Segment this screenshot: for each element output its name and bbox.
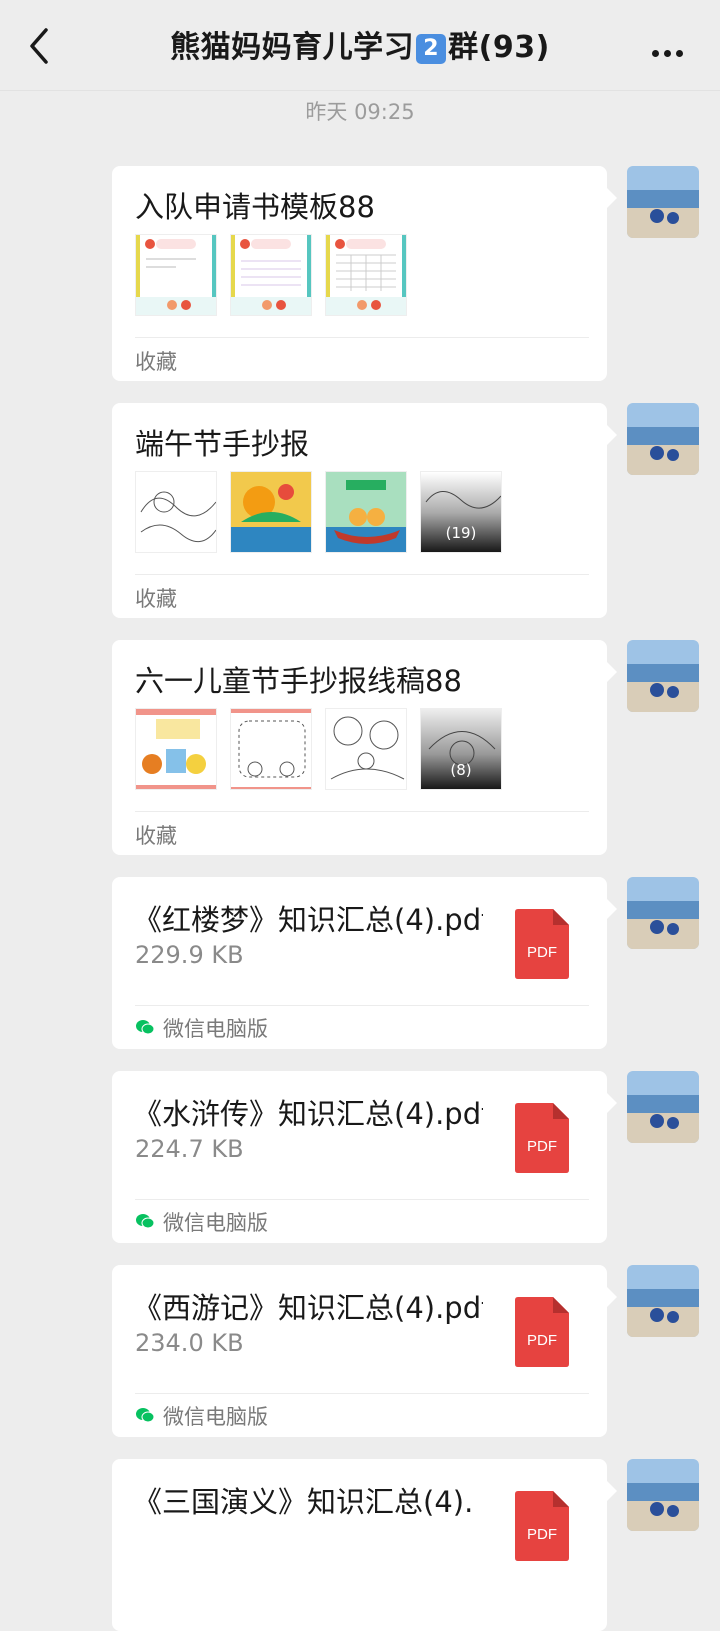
divider [135, 574, 589, 575]
file-source-label: 微信电脑版 [163, 1405, 268, 1429]
pdf-icon-label: PDF [527, 1332, 557, 1349]
message-bubble[interactable]: 端午节手抄报 (19) 收藏 [112, 403, 617, 618]
favorite-title: 六一儿童节手抄报线稿88 [135, 664, 462, 698]
message-bubble[interactable]: 《水浒传》知识汇总(4).pdf 224.7 KB PDF 微信电脑版 [112, 1071, 617, 1243]
favorite-source-label: 收藏 [135, 824, 177, 848]
pdf-icon-label: PDF [527, 1138, 557, 1155]
wechat-icon [136, 1214, 155, 1229]
thumbnail-image[interactable] [325, 708, 407, 790]
file-size: 224.7 KB [135, 1135, 244, 1163]
favorite-source-label: 收藏 [135, 350, 177, 374]
file-name: 《西游记》知识汇总(4).pdf [133, 1291, 483, 1325]
divider [135, 1393, 589, 1394]
file-message[interactable]: 《三国演义》知识汇总(4). PDF [112, 1459, 699, 1631]
wechat-icon [136, 1408, 155, 1423]
favorite-message[interactable]: 入队申请书模板88 收藏 [112, 166, 699, 381]
divider [135, 1199, 589, 1200]
chat-title-suffix: 群(93) [448, 30, 550, 65]
favorite-message[interactable]: 端午节手抄报 (19) 收藏 [112, 403, 699, 618]
pdf-file-icon: PDF [515, 909, 569, 979]
number-badge-icon: 2 [416, 34, 447, 64]
file-message[interactable]: 《西游记》知识汇总(4).pdf 234.0 KB PDF 微信电脑版 [112, 1265, 699, 1437]
sender-avatar[interactable] [627, 877, 699, 949]
pdf-icon-label: PDF [527, 1526, 557, 1543]
favorite-source-label: 收藏 [135, 587, 177, 611]
thumbnail-image[interactable] [135, 234, 217, 316]
file-name: 《三国演义》知识汇总(4). [133, 1485, 474, 1519]
divider [135, 811, 589, 812]
message-bubble[interactable]: 六一儿童节手抄报线稿88 (8) 收藏 [112, 640, 617, 855]
message-bubble[interactable]: 《西游记》知识汇总(4).pdf 234.0 KB PDF 微信电脑版 [112, 1265, 617, 1437]
pdf-file-icon: PDF [515, 1297, 569, 1367]
thumbnail-image[interactable]: (19) [420, 471, 502, 553]
sender-avatar[interactable] [627, 1265, 699, 1337]
file-message[interactable]: 《红楼梦》知识汇总(4).pdf 229.9 KB PDF 微信电脑版 [112, 877, 699, 1049]
file-name: 《红楼梦》知识汇总(4).pdf [133, 903, 483, 937]
sender-avatar[interactable] [627, 166, 699, 238]
sender-avatar[interactable] [627, 1071, 699, 1143]
more-images-count: (19) [445, 524, 477, 542]
file-size: 234.0 KB [135, 1329, 244, 1357]
favorite-title: 入队申请书模板88 [135, 190, 375, 224]
sender-avatar[interactable] [627, 1459, 699, 1531]
message-bubble[interactable]: 《红楼梦》知识汇总(4).pdf 229.9 KB PDF 微信电脑版 [112, 877, 617, 1049]
pdf-icon-label: PDF [527, 944, 557, 961]
more-options-icon[interactable] [652, 42, 692, 57]
divider [135, 337, 589, 338]
thumbnail-image[interactable] [135, 708, 217, 790]
file-size: 229.9 KB [135, 941, 244, 969]
favorite-title: 端午节手抄报 [135, 427, 310, 461]
thumbnail-image[interactable] [230, 234, 312, 316]
more-images-count: (8) [450, 761, 472, 779]
sender-avatar[interactable] [627, 640, 699, 712]
chat-title-prefix: 熊猫妈妈育儿学习 [170, 30, 415, 65]
message-bubble[interactable]: 入队申请书模板88 收藏 [112, 166, 617, 381]
file-name: 《水浒传》知识汇总(4).pdf [133, 1097, 483, 1131]
pdf-file-icon: PDF [515, 1491, 569, 1561]
favorite-message[interactable]: 六一儿童节手抄报线稿88 (8) 收藏 [112, 640, 699, 855]
thumbnail-image[interactable] [230, 471, 312, 553]
divider [135, 1005, 589, 1006]
sender-avatar[interactable] [627, 403, 699, 475]
thumbnail-image[interactable] [325, 234, 407, 316]
thumbnail-image[interactable] [325, 471, 407, 553]
thumbnail-image[interactable]: (8) [420, 708, 502, 790]
thumbnail-image[interactable] [230, 708, 312, 790]
file-source-label: 微信电脑版 [163, 1211, 268, 1235]
file-source-label: 微信电脑版 [163, 1017, 268, 1041]
pdf-file-icon: PDF [515, 1103, 569, 1173]
top-bar: 熊猫妈妈育儿学习 2 群(93) [0, 0, 720, 91]
message-bubble[interactable]: 《三国演义》知识汇总(4). PDF [112, 1459, 617, 1631]
file-message[interactable]: 《水浒传》知识汇总(4).pdf 224.7 KB PDF 微信电脑版 [112, 1071, 699, 1243]
chat-title: 熊猫妈妈育儿学习 2 群(93) [0, 22, 720, 66]
thumbnail-image[interactable] [135, 471, 217, 553]
message-timestamp: 昨天 09:25 [305, 100, 415, 124]
wechat-icon [136, 1020, 155, 1035]
